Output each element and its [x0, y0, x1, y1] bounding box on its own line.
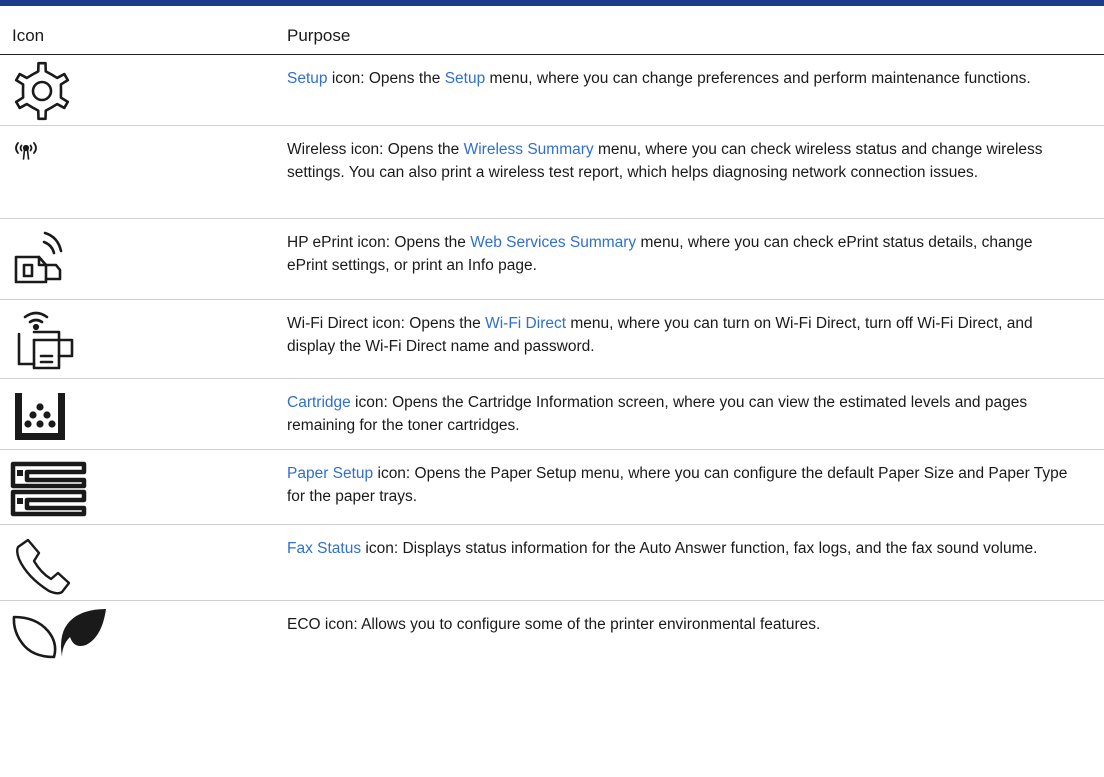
link-paper-setup[interactable]: Paper Setup: [287, 465, 373, 482]
table-row: Wireless icon: Opens the Wireless Summar…: [0, 126, 1104, 218]
desc-text: icon: Opens the Paper Setup menu, where …: [287, 465, 1068, 505]
desc-text: Wireless icon: Opens the: [287, 141, 464, 158]
paper-setup-icon: [10, 460, 90, 518]
row-description: Wireless icon: Opens the Wireless Summar…: [287, 139, 1077, 184]
table-row: Cartridge icon: Opens the Cartridge Info…: [0, 379, 1104, 449]
table-row: Fax Status icon: Displays status informa…: [0, 525, 1104, 600]
link-setup-menu[interactable]: Setup: [445, 70, 486, 87]
link-fax-status[interactable]: Fax Status: [287, 540, 361, 557]
phone-icon: [14, 537, 74, 597]
link-setup[interactable]: Setup: [287, 70, 328, 87]
desc-text: ECO icon: Allows you to configure some o…: [287, 616, 821, 633]
desc-text: HP ePrint icon: Opens the: [287, 234, 471, 251]
table-header: Icon Purpose: [0, 6, 1104, 54]
desc-text: icon: Displays status information for th…: [361, 540, 1038, 557]
row-description: Setup icon: Opens the Setup menu, where …: [287, 68, 1077, 91]
column-header-icon: Icon: [12, 26, 45, 45]
gear-icon: [10, 59, 74, 123]
desc-text: menu, where you can change preferences a…: [485, 70, 1031, 87]
eprint-icon: [12, 227, 68, 287]
table-row: HP ePrint icon: Opens the Web Services S…: [0, 219, 1104, 299]
row-description: Wi-Fi Direct icon: Opens the Wi-Fi Direc…: [287, 313, 1077, 358]
row-description: Cartridge icon: Opens the Cartridge Info…: [287, 392, 1077, 437]
wifi-direct-icon: [12, 306, 76, 372]
cartridge-icon: [12, 387, 68, 443]
row-description: HP ePrint icon: Opens the Web Services S…: [287, 232, 1077, 277]
row-description: Paper Setup icon: Opens the Paper Setup …: [287, 463, 1077, 508]
desc-text: icon: Opens the: [327, 70, 445, 87]
link-cartridge[interactable]: Cartridge: [287, 394, 351, 411]
desc-text: Wi-Fi Direct icon: Opens the: [287, 315, 486, 332]
link-wireless-summary[interactable]: Wireless Summary: [464, 141, 594, 158]
table-row: Paper Setup icon: Opens the Paper Setup …: [0, 450, 1104, 524]
link-wifi-direct[interactable]: Wi-Fi Direct: [485, 315, 566, 332]
table-row: Setup icon: Opens the Setup menu, where …: [0, 55, 1104, 125]
desc-text: icon: Opens the Cartridge Information sc…: [287, 394, 1028, 434]
eco-leaf-icon: [10, 607, 110, 659]
row-description: ECO icon: Allows you to configure some o…: [287, 614, 1077, 637]
wireless-icon: [12, 140, 40, 162]
link-web-services-summary[interactable]: Web Services Summary: [470, 234, 636, 251]
column-header-purpose: Purpose: [287, 26, 351, 45]
table-row: ECO icon: Allows you to configure some o…: [0, 601, 1104, 659]
table-row: Wi-Fi Direct icon: Opens the Wi-Fi Direc…: [0, 300, 1104, 378]
row-description: Fax Status icon: Displays status informa…: [287, 538, 1077, 561]
